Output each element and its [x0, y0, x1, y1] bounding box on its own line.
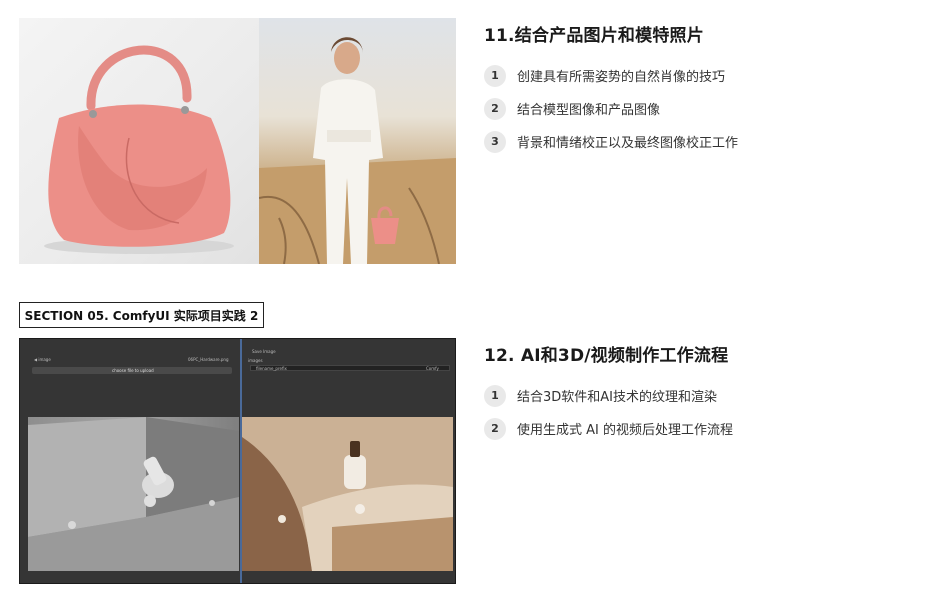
gray-render-illustration — [28, 417, 239, 571]
item-number: 1 — [484, 384, 506, 407]
list-item: 2 结合模型图像和产品图像 — [484, 92, 738, 125]
item-number: 2 — [484, 417, 506, 440]
list-item: 1 结合3D软件和AI技术的纹理和渲染 — [484, 379, 733, 412]
images-tag: images — [248, 358, 263, 363]
field-label: filename_prefix — [256, 366, 287, 371]
node-title: Save Image — [252, 349, 276, 354]
section-11-title: 11.结合产品图片和模特照片 — [484, 26, 704, 46]
model-illustration — [259, 37, 456, 264]
item-number: 3 — [484, 130, 506, 153]
list-item: 2 使用生成式 AI 的视频后处理工作流程 — [484, 412, 733, 445]
item-text: 背景和情绪校正以及最终图像校正工作 — [517, 136, 739, 151]
list-item: 1 创建具有所需姿势的自然肖像的技巧 — [484, 59, 738, 92]
item-text: 使用生成式 AI 的视频后处理工作流程 — [517, 423, 733, 438]
warm-render-illustration — [242, 417, 453, 571]
handbag-photo — [19, 18, 259, 264]
item-number: 1 — [484, 64, 506, 87]
comfyui-screenshot: ◀ image 06PC_Hardware.png choose file to… — [19, 338, 456, 584]
section-12-title: 12. AI和3D/视频制作工作流程 — [484, 346, 729, 366]
handbag-illustration — [44, 45, 234, 254]
node-tag: ◀ image — [34, 357, 51, 362]
item-text: 结合模型图像和产品图像 — [517, 103, 661, 118]
item-number: 2 — [484, 97, 506, 120]
textured-3d-render — [242, 417, 453, 571]
upload-label: choose file to upload — [112, 368, 154, 373]
item-text: 创建具有所需姿势的自然肖像的技巧 — [517, 70, 726, 85]
section-label: SECTION 05. ComfyUI 实际项目实践 2 — [19, 302, 264, 328]
section-12-list: 1 结合3D软件和AI技术的纹理和渲染 2 使用生成式 AI 的视频后处理工作流… — [484, 379, 733, 445]
field-value: Comfy — [426, 366, 439, 371]
gray-3d-render — [28, 417, 239, 571]
section-11-list: 1 创建具有所需姿势的自然肖像的技巧 2 结合模型图像和产品图像 3 背景和情绪… — [484, 59, 738, 158]
model-photo — [259, 18, 456, 264]
file-tag: 06PC_Hardware.png — [188, 357, 229, 362]
list-item: 3 背景和情绪校正以及最终图像校正工作 — [484, 125, 738, 158]
item-text: 结合3D软件和AI技术的纹理和渲染 — [517, 390, 718, 405]
